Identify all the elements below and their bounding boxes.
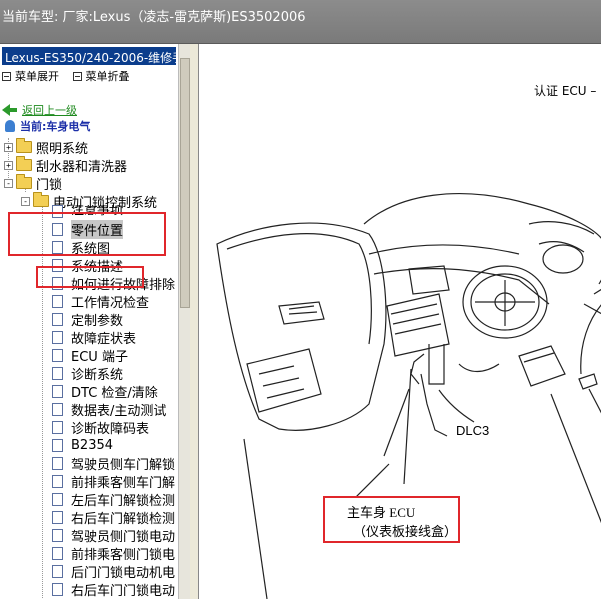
tree-toolbar: 菜单展开 菜单折叠 [2,68,140,84]
tree-label: 前排乘客侧车门解 [71,475,176,491]
tree-item[interactable]: 驾驶员侧门锁电动 [52,526,176,545]
tree-item[interactable]: ECU 端子 [52,346,128,365]
document-icon [52,438,63,452]
vehicle-info: 当前车型: 厂家:Lexus（凌志-雷克萨斯)ES3502006 [2,10,306,25]
highlight-box-door-lock [8,212,166,256]
tree-item[interactable]: 定制参数 [52,310,124,329]
tree-item[interactable]: 诊断系统 [52,364,124,383]
tree-label: 前排乘客侧门锁电 [71,547,176,563]
document-icon [52,528,63,542]
sidebar: Lexus-ES350/240-2006-维修手 菜单展开 菜单折叠 返回上一级… [0,44,190,599]
folder-open-icon [33,192,49,207]
header-bar: 当前车型: 厂家:Lexus（凌志-雷克萨斯)ES3502006 [0,0,601,44]
document-icon [52,402,63,416]
tree-label: 刮水器和清洗器 [36,159,128,175]
tree-label: 照明系统 [36,141,89,157]
document-icon [52,384,63,398]
document-icon [52,582,63,596]
expand-toggle-icon[interactable]: + [4,160,13,170]
tree-label: DTC 检查/清除 [71,385,158,401]
tree-label: 工作情况检查 [71,295,150,311]
tree-label: B2354 [71,437,114,453]
collapse-label: 菜单折叠 [85,70,130,83]
tree-label: 诊断故障码表 [71,421,150,437]
expand-label: 菜单展开 [15,70,59,83]
tree-folder-wiper-washer[interactable]: + 刮水器和清洗器 [4,156,128,175]
tree-item[interactable]: 诊断故障码表 [52,418,150,437]
document-icon [52,312,63,326]
document-icon [52,510,63,524]
tree-item[interactable]: 故障症状表 [52,328,137,347]
expand-icon [2,71,11,81]
tree-item[interactable]: 前排乘客侧车门解 [52,472,176,491]
tree-label: 定制参数 [71,313,124,329]
tree-folder-lighting[interactable]: + 照明系统 [4,138,89,157]
document-icon [52,366,63,380]
main-body-ecu-label: 主车身 ECU [347,505,416,520]
expand-toggle-icon[interactable]: + [4,142,13,152]
document-icon [52,420,63,434]
collapse-toggle-icon[interactable]: - [4,178,13,188]
instrument-panel-junction-label: （仪表板接线盒） [353,524,458,539]
tree-item[interactable]: 前排乘客侧门锁电 [52,544,176,563]
tree-label: 右后车门门锁电动 [71,583,176,599]
tree-item[interactable]: 后门门锁电动机电 [52,562,176,581]
document-icon [52,348,63,362]
tree-label: ECU 端子 [71,349,128,365]
folder-open-icon [16,174,32,189]
scrollbar-thumb[interactable] [180,58,190,308]
tree-item[interactable]: DTC 检查/清除 [52,382,158,401]
tree-folder-door-lock[interactable]: - 门锁 [4,174,63,193]
document-icon [52,456,63,470]
tree-label: 诊断系统 [71,367,124,383]
main-body-ecu-callout: 主车身 ECU （仪表板接线盒） [323,496,460,543]
person-icon [5,120,15,132]
document-viewer: 认证 ECU – DLC3 主车身 ECU （仪表板接线盒） [190,44,601,599]
tree-label: 门锁 [36,177,63,193]
tree-item[interactable]: 左后车门解锁检测 [52,490,176,509]
sidebar-scrollbar[interactable] [178,44,190,599]
document-title: 认证 ECU – [534,84,597,98]
document-icon [52,474,63,488]
collapse-icon [72,71,82,81]
document-icon [52,492,63,506]
highlight-box-part-location [36,266,144,288]
document-icon [52,546,63,560]
manual-title: Lexus-ES350/240-2006-维修手 [2,47,176,65]
tree-item[interactable]: 工作情况检查 [52,292,150,311]
back-link-row[interactable]: 返回上一级 [2,102,77,118]
current-section-row: 当前:车身电气 [2,118,90,134]
tree-item[interactable]: 数据表/主动测试 [52,400,167,419]
tree-label: 驾驶员侧车门解锁 [71,457,176,473]
tree-label: 后门门锁电动机电 [71,565,176,581]
current-section: 当前:车身电气 [20,120,91,133]
tree-label: 故障症状表 [71,331,137,347]
document-page: 认证 ECU – DLC3 主车身 ECU （仪表板接线盒） [198,44,601,599]
tree-item[interactable]: 驾驶员侧车门解锁 [52,454,176,473]
tree-label: 左后车门解锁检测 [71,493,176,509]
document-icon [52,564,63,578]
folder-icon [16,156,32,171]
collapse-all-button[interactable]: 菜单折叠 [72,68,130,84]
back-arrow-icon [2,104,18,116]
back-link[interactable]: 返回上一级 [22,102,77,118]
folder-icon [16,138,32,153]
document-icon [52,330,63,344]
document-icon [52,294,63,308]
tree-item[interactable]: 右后车门解锁检测 [52,508,176,527]
tree-label: 驾驶员侧门锁电动 [71,529,176,545]
dlc3-label: DLC3 [456,423,490,438]
collapse-toggle-icon[interactable]: - [21,196,30,206]
expand-all-button[interactable]: 菜单展开 [2,68,59,84]
tree-item[interactable]: B2354 [52,436,113,454]
tree-label: 右后车门解锁检测 [71,511,176,527]
tree-label: 数据表/主动测试 [71,403,167,419]
tree-item[interactable]: 右后车门门锁电动 [52,580,176,599]
